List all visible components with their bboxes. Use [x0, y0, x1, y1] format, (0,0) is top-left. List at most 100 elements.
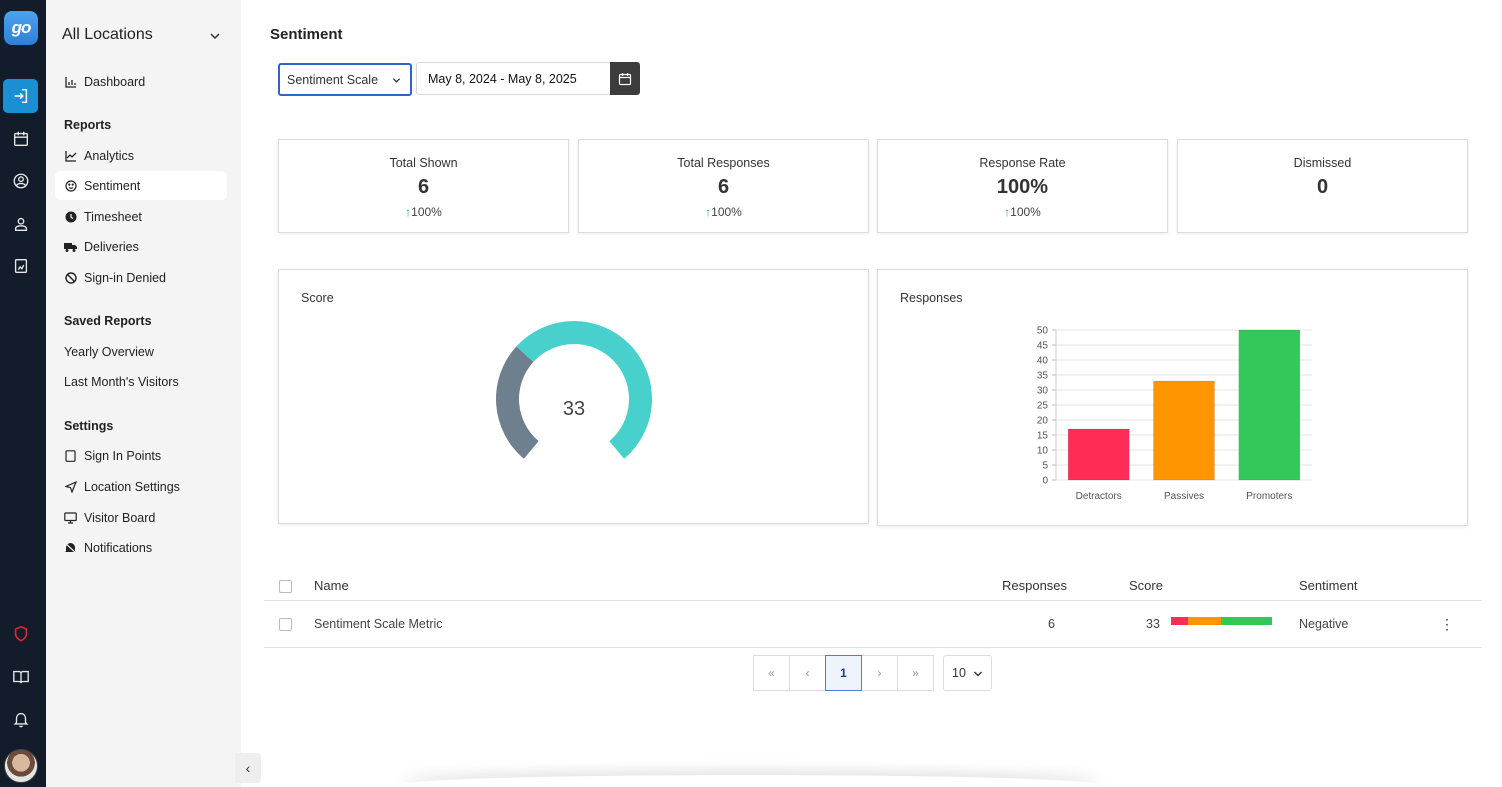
sidebar-item-notifications[interactable]: Notifications	[55, 533, 227, 562]
gauge-fill	[516, 321, 652, 459]
last-page-button[interactable]: »	[897, 655, 934, 691]
row-checkbox[interactable]	[279, 618, 292, 631]
location-selector[interactable]: All Locations	[62, 26, 153, 44]
avatar[interactable]	[4, 749, 38, 783]
row-score: 33	[1146, 617, 1160, 631]
sidebar-item-timesheet[interactable]: Timesheet	[55, 202, 227, 231]
y-tick-label: 20	[1037, 416, 1049, 427]
gauge-value: 33	[563, 398, 585, 420]
sidebar-item-sentiment[interactable]: Sentiment	[55, 171, 227, 200]
row-more-icon[interactable]: ⋮	[1440, 616, 1454, 633]
stat-value: 100%	[996, 176, 1049, 198]
sidebar-item-label: Sentiment	[84, 178, 141, 193]
shield-icon[interactable]	[3, 617, 38, 651]
score-distribution-bar	[1171, 617, 1272, 625]
sidebar-item-location-settings[interactable]: Location Settings	[55, 472, 227, 501]
prev-page-button[interactable]: ‹	[789, 655, 826, 691]
scale-select-value: Sentiment Scale	[287, 72, 379, 87]
reports-heading: Reports	[64, 118, 112, 132]
stat-label: Total Shown	[389, 156, 458, 170]
user-circle-icon[interactable]	[3, 164, 38, 198]
bar-passives[interactable]	[1153, 380, 1215, 481]
line-chart-icon	[64, 149, 77, 162]
x-tick-label: Detractors	[1076, 491, 1122, 502]
column-header-sentiment[interactable]: Sentiment	[1299, 578, 1358, 593]
calendar-button[interactable]	[610, 62, 640, 95]
column-header-responses[interactable]: Responses	[1002, 578, 1067, 593]
column-header-score[interactable]: Score	[1129, 578, 1163, 593]
sidebar-item-label: Last Month's Visitors	[64, 374, 179, 389]
per-page-select[interactable]: 10	[943, 655, 992, 691]
sidebar-item-yearly-overview[interactable]: Yearly Overview	[55, 337, 227, 366]
sidebar-item-label: Notifications	[84, 540, 153, 555]
monitor-icon	[64, 511, 77, 524]
report-icon[interactable]	[3, 249, 38, 283]
page-1-button[interactable]: 1	[825, 655, 862, 691]
chevron-down-icon	[974, 671, 982, 677]
stat-label: Dismissed	[1293, 156, 1352, 170]
collapse-sidebar-button[interactable]: ‹	[235, 753, 261, 783]
first-page-button[interactable]: «	[753, 655, 790, 691]
y-tick-label: 5	[1042, 461, 1048, 472]
y-tick-label: 10	[1037, 446, 1049, 457]
bar-promoters[interactable]	[1238, 329, 1301, 481]
date-range-value: May 8, 2024 - May 8, 2025	[428, 71, 577, 86]
column-header-name[interactable]: Name	[314, 578, 349, 593]
y-tick-label: 25	[1037, 401, 1049, 412]
stat-change: ↑100%	[405, 205, 442, 219]
y-tick-label: 0	[1042, 476, 1048, 487]
per-page-value: 10	[952, 666, 966, 680]
saved-reports-heading: Saved Reports	[64, 314, 152, 328]
sidebar-item-sign-in-denied[interactable]: Sign-in Denied	[55, 263, 227, 292]
sidebar-item-last-months-visitors[interactable]: Last Month's Visitors	[55, 367, 227, 396]
sidebar-item-deliveries[interactable]: Deliveries	[55, 232, 227, 261]
chevron-down-icon	[392, 78, 401, 83]
stat-card-response-rate: Response Rate 100% ↑100%	[877, 139, 1168, 233]
stat-card-dismissed: Dismissed 0	[1177, 139, 1468, 233]
passive-segment	[1188, 617, 1222, 625]
detractor-segment	[1171, 617, 1189, 625]
y-tick-label: 35	[1037, 371, 1049, 382]
sidebar-item-analytics[interactable]: Analytics	[55, 141, 227, 170]
chevron-down-icon[interactable]	[209, 30, 221, 42]
y-tick-label: 50	[1037, 326, 1049, 337]
scale-select[interactable]: Sentiment Scale	[278, 63, 412, 96]
row-sentiment: Negative	[1299, 617, 1349, 631]
sidebar-item-label: Location Settings	[84, 479, 180, 494]
responses-bar-chart: 0 5 10 15 20 25 30 35 40 45 50 Detractors Passives Pr…	[1037, 326, 1312, 502]
settings-heading: Settings	[64, 419, 114, 433]
bar-chart-icon	[64, 75, 77, 88]
visitor-icon[interactable]	[3, 207, 38, 241]
stat-label: Response Rate	[979, 156, 1066, 170]
sidebar-item-dashboard[interactable]: Dashboard	[55, 67, 227, 96]
sidebar-item-sign-in-points[interactable]: Sign In Points	[55, 441, 227, 470]
row-name: Sentiment Scale Metric	[314, 617, 443, 631]
y-tick-label: 15	[1037, 431, 1049, 442]
bar-detractors[interactable]	[1067, 428, 1130, 481]
sign-in-icon[interactable]	[3, 79, 38, 113]
calendar-icon[interactable]	[3, 122, 38, 156]
location-arrow-icon	[64, 480, 77, 493]
book-icon[interactable]	[3, 660, 38, 694]
sidebar-item-visitor-board[interactable]: Visitor Board	[55, 503, 227, 532]
next-page-button[interactable]: ›	[861, 655, 898, 691]
chevron-left-icon: ‹	[245, 760, 251, 776]
truck-icon	[64, 240, 77, 253]
stat-change: ↑100%	[705, 205, 742, 219]
score-card: Score 33	[278, 269, 869, 524]
bell-icon[interactable]	[3, 702, 38, 736]
x-tick-label: Passives	[1164, 491, 1204, 502]
y-tick-label: 30	[1037, 386, 1049, 397]
date-range-input[interactable]: May 8, 2024 - May 8, 2025	[416, 62, 611, 95]
sidebar-item-label: Dashboard	[84, 74, 146, 89]
divider	[264, 647, 1482, 648]
app-logo[interactable]: go	[4, 11, 38, 45]
stat-change: ↑100%	[1004, 205, 1041, 219]
promoter-segment	[1221, 617, 1272, 625]
sidebar-item-label: Deliveries	[84, 239, 139, 254]
stat-value: 6	[417, 176, 430, 198]
bell-slash-icon	[64, 541, 77, 554]
select-all-checkbox[interactable]	[279, 580, 292, 593]
sidebar-item-label: Sign In Points	[84, 448, 162, 463]
x-tick-label: Promoters	[1246, 491, 1292, 502]
